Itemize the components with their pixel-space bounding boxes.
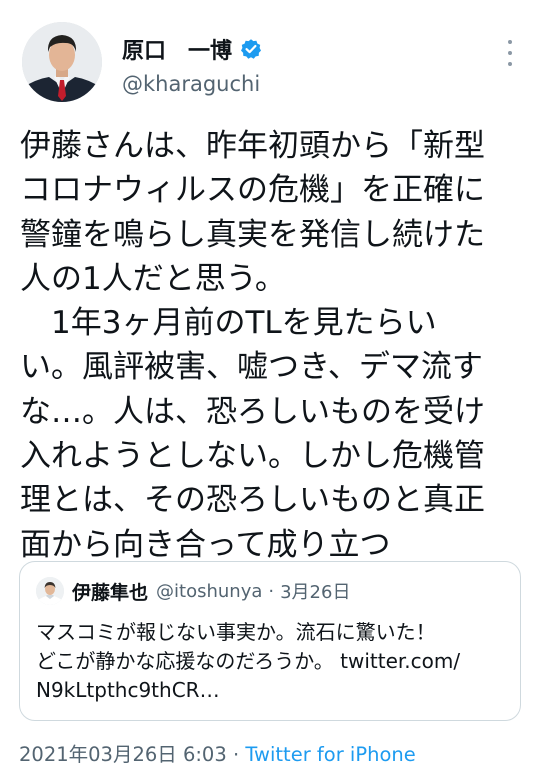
tweet-source-link[interactable]: Twitter for iPhone bbox=[245, 743, 415, 766]
tweet-line: コロナウィルスの危機」を正確に bbox=[20, 172, 485, 209]
more-dot bbox=[508, 62, 512, 66]
quoted-text-line: N9kLtpthc9thCR… bbox=[36, 678, 220, 702]
tweet-line: 警鐘を鳴らし真実を発信し続けた bbox=[20, 216, 485, 253]
author-display-name[interactable]: 原口 一博 bbox=[122, 33, 232, 65]
quoted-date: 3月26日 bbox=[280, 582, 351, 603]
quoted-author-avatar bbox=[36, 577, 64, 605]
author-handle[interactable]: @kharaguchi bbox=[122, 72, 260, 96]
quoted-text-line: マスコミが報じない事実か。流石に驚いた！ bbox=[36, 620, 436, 644]
author-name-row: 原口 一博 bbox=[122, 34, 262, 64]
quoted-tweet-card[interactable]: 伊藤隼也 @itoshunya · 3月26日 マスコミが報じない事実か。流石に… bbox=[19, 561, 521, 721]
tweet-line: 理とは、その恐ろしいものと真正 bbox=[20, 482, 485, 519]
quoted-author-name: 伊藤隼也 bbox=[72, 581, 149, 604]
more-dot bbox=[508, 51, 512, 55]
tweet-line: 伊藤さんは、昨年初頭から「新型 bbox=[20, 128, 485, 164]
author-avatar[interactable] bbox=[22, 22, 102, 102]
more-dot bbox=[508, 40, 512, 44]
footer-separator: · bbox=[232, 743, 240, 766]
quoted-text-line: どこが静かな応援なのだろうか。 twitter.com/ bbox=[36, 649, 461, 673]
tweet-line: な…。人は、恐ろしいものを受け bbox=[20, 393, 485, 430]
tweet-line: 入れようとしない。しかし危機管 bbox=[20, 438, 485, 475]
tweet-timestamp[interactable]: 2021年03月26日 6:03 bbox=[19, 743, 227, 766]
tweet-text: 伊藤さんは、昨年初頭から「新型 コロナウィルスの危機」を正確に 警鐘を鳴らし真実… bbox=[20, 124, 525, 567]
tweet-header: 原口 一博 @kharaguchi bbox=[22, 22, 528, 102]
quoted-tweet-header: 伊藤隼也 @itoshunya · 3月26日 bbox=[36, 576, 350, 606]
more-vertical-icon[interactable] bbox=[500, 36, 520, 70]
tweet-line: 1年3ヶ月前のTLを見たらい bbox=[20, 305, 437, 342]
tweet-line: い。風評被害、嘘つき、デマ流す bbox=[20, 349, 483, 386]
tweet-line: 人の1人だと思う。 bbox=[20, 260, 286, 297]
quoted-author-handle: @itoshunya bbox=[156, 580, 263, 602]
quoted-separator: · bbox=[268, 580, 275, 602]
tweet-footer: 2021年03月26日 6:03 · Twitter for iPhone bbox=[19, 738, 416, 767]
verified-badge-icon bbox=[240, 38, 262, 60]
quoted-tweet-text: マスコミが報じない事実か。流石に驚いた！ どこが静かな応援なのだろうか。 twi… bbox=[36, 618, 512, 705]
